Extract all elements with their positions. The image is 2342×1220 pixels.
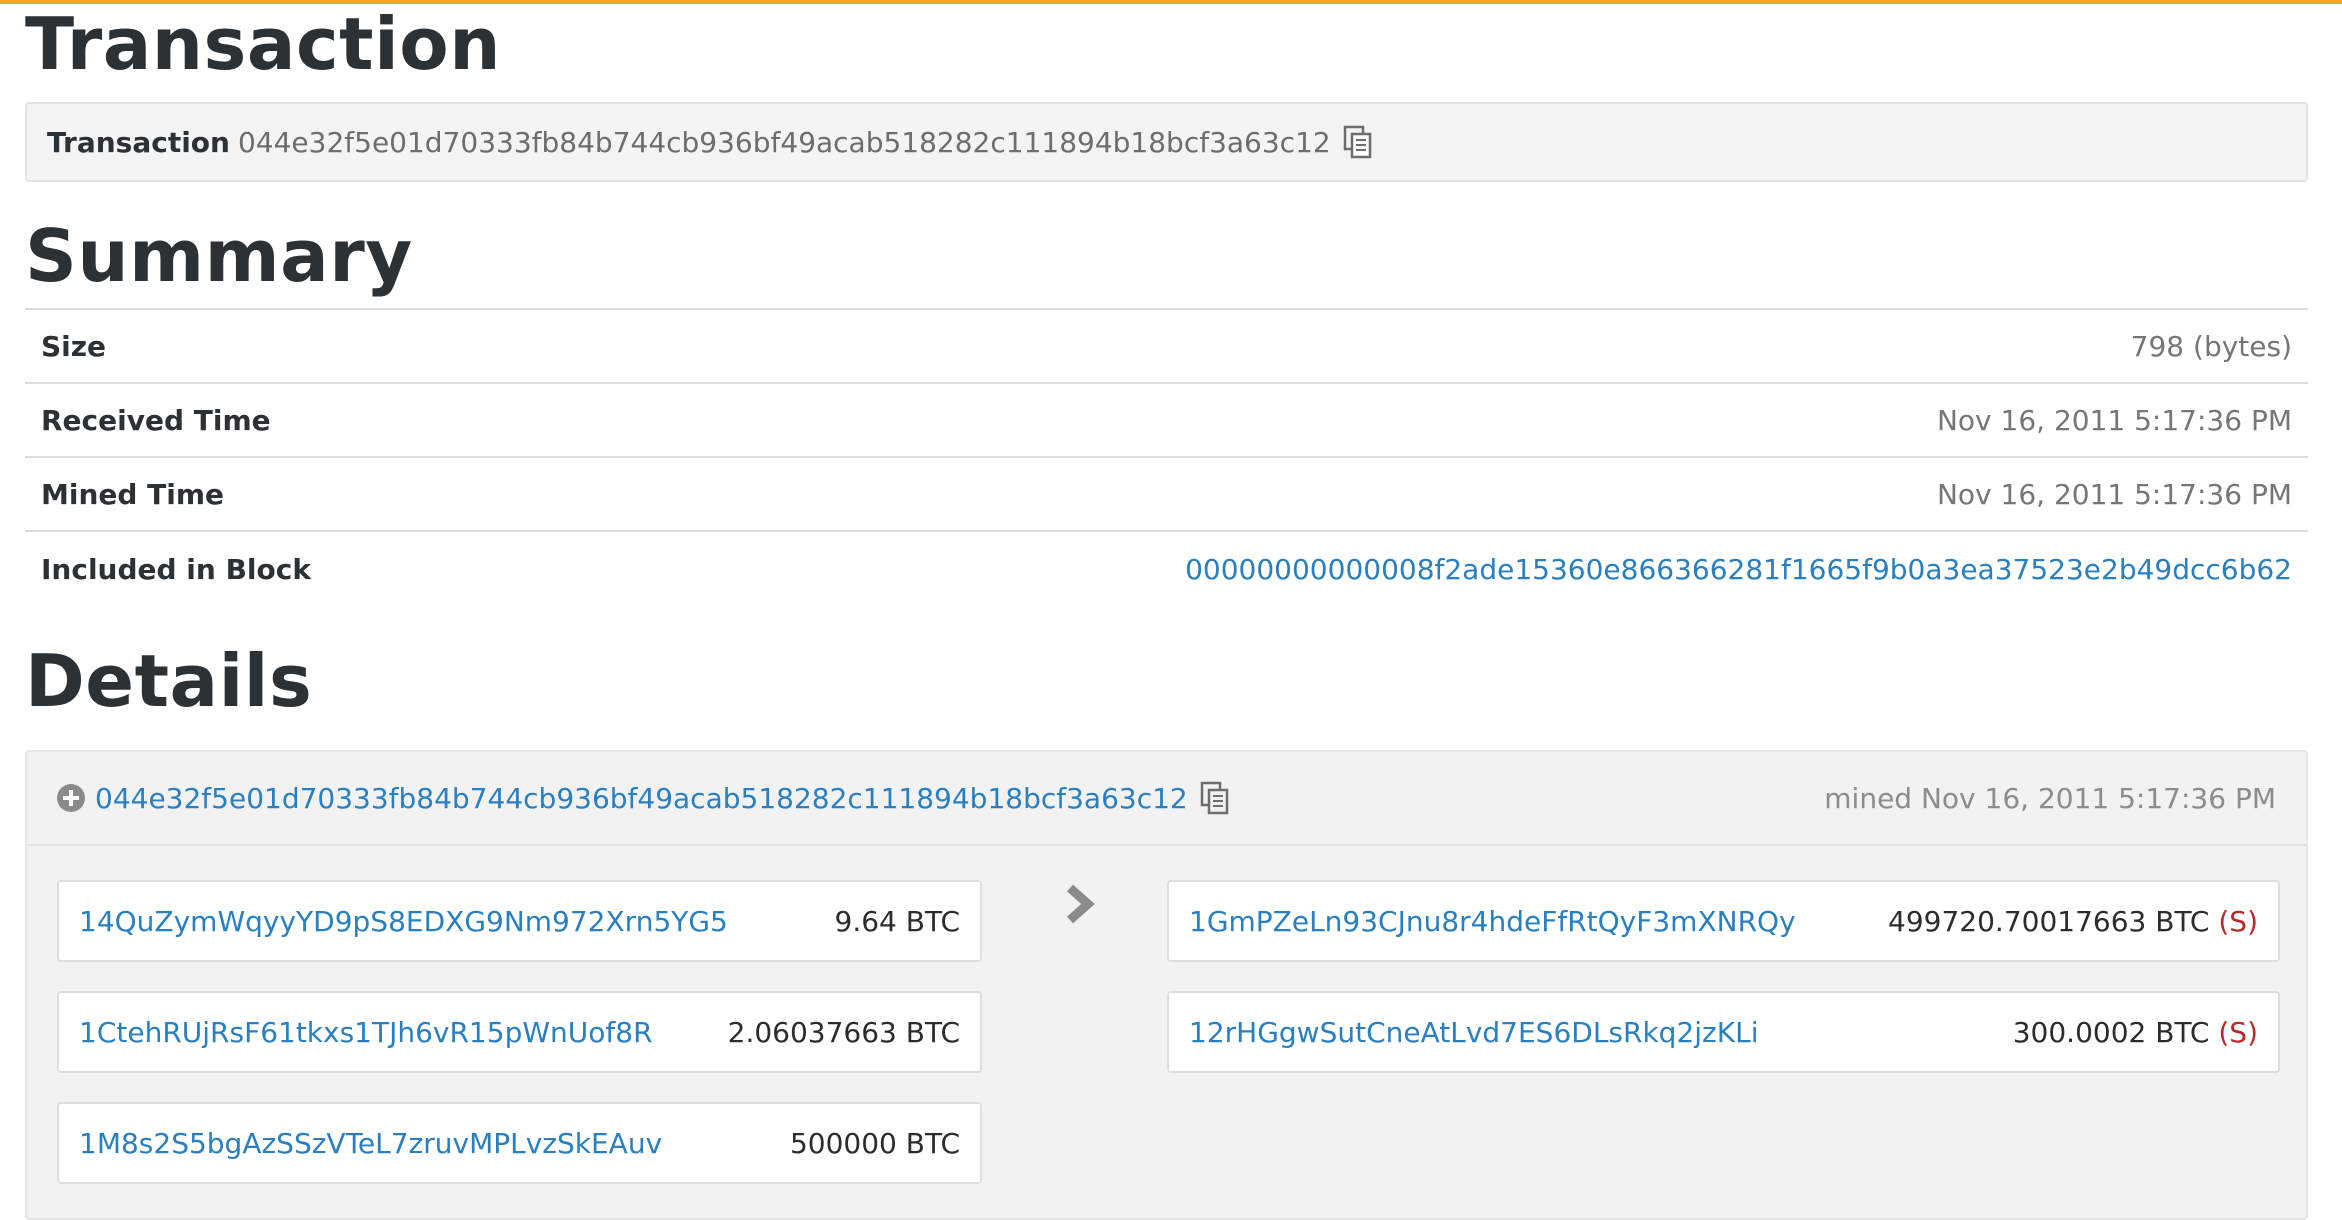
output-address-link[interactable]: 12rHGgwSutCneAtLvd7ES6DLsRkq2jzKLi bbox=[1189, 1016, 1759, 1049]
summary-table: Size 798 (bytes) Received Time Nov 16, 2… bbox=[25, 308, 2308, 606]
mined-time-label: Mined Time bbox=[41, 477, 225, 511]
output-address-link[interactable]: 1GmPZeLn93CJnu8r4hdeFfRtQyF3mXNRQy bbox=[1189, 905, 1796, 938]
summary-row-block: Included in Block 00000000000008f2ade153… bbox=[25, 532, 2308, 606]
block-label: Included in Block bbox=[41, 552, 311, 586]
page-title: Transaction bbox=[25, 2, 501, 86]
input-address-link[interactable]: 1M8s2S5bgAzSSzVTeL7zruvMPLvzSkEAuv bbox=[79, 1127, 662, 1160]
summary-row-mined-time: Mined Time Nov 16, 2011 5:17:36 PM bbox=[25, 458, 2308, 532]
size-label: Size bbox=[41, 329, 107, 363]
chevron-right-icon bbox=[1062, 882, 1096, 926]
transaction-hash: 044e32f5e01d70333fb84b744cb936bf49acab51… bbox=[237, 125, 1331, 159]
copy-icon[interactable] bbox=[1200, 781, 1230, 815]
input-amount: 2.06037663 BTC bbox=[727, 1015, 960, 1049]
received-time-label: Received Time bbox=[41, 403, 271, 437]
details-panel: 044e32f5e01d70333fb84b744cb936bf49acab51… bbox=[25, 750, 2308, 1220]
transaction-label: Transaction bbox=[47, 125, 230, 159]
input-address-link[interactable]: 1CtehRUjRsF61tkxs1TJh6vR15pWnUof8R bbox=[79, 1016, 653, 1049]
input-row: 14QuZymWqyyYD9pS8EDXG9Nm972Xrn5YG5 9.64 … bbox=[57, 880, 982, 962]
input-amount: 500000 BTC bbox=[789, 1126, 960, 1160]
details-heading: Details bbox=[25, 639, 313, 723]
received-time-value: Nov 16, 2011 5:17:36 PM bbox=[1936, 403, 2292, 437]
output-row: 12rHGgwSutCneAtLvd7ES6DLsRkq2jzKLi 300.0… bbox=[1167, 991, 2280, 1073]
output-amount-group: 499720.70017663 BTC (S) bbox=[1888, 905, 2258, 938]
expand-plus-icon[interactable] bbox=[57, 784, 85, 812]
input-row: 1M8s2S5bgAzSSzVTeL7zruvMPLvzSkEAuv 50000… bbox=[57, 1102, 982, 1184]
details-mined-time: mined Nov 16, 2011 5:17:36 PM bbox=[1824, 781, 2276, 815]
output-amount: 499720.70017663 BTC bbox=[1888, 904, 2210, 938]
details-header: 044e32f5e01d70333fb84b744cb936bf49acab51… bbox=[27, 752, 2306, 846]
input-row: 1CtehRUjRsF61tkxs1TJh6vR15pWnUof8R 2.060… bbox=[57, 991, 982, 1073]
copy-icon[interactable] bbox=[1343, 125, 1373, 159]
spent-badge: (S) bbox=[2218, 904, 2258, 938]
summary-heading: Summary bbox=[25, 214, 413, 298]
output-row: 1GmPZeLn93CJnu8r4hdeFfRtQyF3mXNRQy 49972… bbox=[1167, 880, 2280, 962]
transaction-id-box: Transaction 044e32f5e01d70333fb84b744cb9… bbox=[25, 102, 2308, 182]
output-amount-group: 300.0002 BTC (S) bbox=[2013, 1016, 2258, 1049]
spent-badge: (S) bbox=[2218, 1015, 2258, 1049]
output-amount: 300.0002 BTC bbox=[2012, 1015, 2210, 1049]
block-hash-link[interactable]: 00000000000008f2ade15360e866366281f1665f… bbox=[1185, 553, 2292, 586]
summary-row-received-time: Received Time Nov 16, 2011 5:17:36 PM bbox=[25, 384, 2308, 458]
summary-row-size: Size 798 (bytes) bbox=[25, 310, 2308, 384]
mined-time-value: Nov 16, 2011 5:17:36 PM bbox=[1936, 477, 2292, 511]
details-tx-group: 044e32f5e01d70333fb84b744cb936bf49acab51… bbox=[57, 781, 1230, 815]
input-address-link[interactable]: 14QuZymWqyyYD9pS8EDXG9Nm972Xrn5YG5 bbox=[79, 905, 728, 938]
input-amount: 9.64 BTC bbox=[834, 904, 960, 938]
size-value: 798 (bytes) bbox=[2130, 329, 2292, 363]
details-tx-hash-link[interactable]: 044e32f5e01d70333fb84b744cb936bf49acab51… bbox=[95, 782, 1188, 815]
